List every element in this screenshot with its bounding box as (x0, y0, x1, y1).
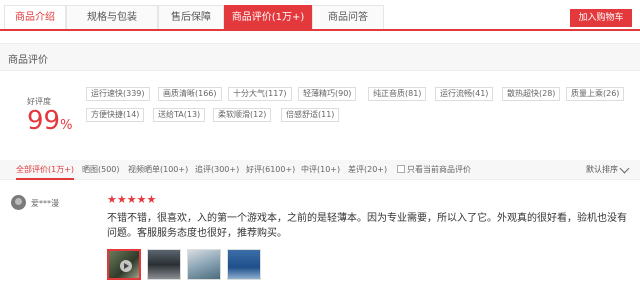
filter-video[interactable]: 视频晒单(100+) (128, 164, 188, 175)
tag-item[interactable]: 散热超快(28) (502, 87, 561, 101)
review-image-thumbnail[interactable] (227, 249, 261, 280)
current-product-only-label: 只看当前商品评价 (407, 165, 471, 174)
tag-item[interactable]: 运行流畅(41) (435, 87, 494, 101)
tab-after-sales[interactable]: 售后保障 (158, 5, 224, 29)
play-icon (120, 260, 132, 272)
review-text: 不错不错，很喜欢，入的第一个游戏本，之前的是轻薄本。因为专业需要，所以入了它。外… (107, 213, 627, 239)
tag-item[interactable]: 纯正音质(81) (368, 87, 427, 101)
filter-photos[interactable]: 晒图(500) (82, 164, 120, 175)
rating-value: 99% (27, 106, 72, 141)
tag-item[interactable]: 运行速快(339) (86, 87, 150, 101)
tag-item[interactable]: 轻薄精巧(90) (298, 87, 357, 101)
section-title: 商品评价 (8, 55, 48, 66)
filter-all[interactable]: 全部评价(1万+) (16, 164, 75, 180)
current-product-only-checkbox[interactable]: 只看当前商品评价 (397, 164, 471, 175)
section-header: 商品评价 (0, 43, 640, 71)
star-icon: ★ (126, 193, 137, 206)
rating-number: 99 (27, 106, 61, 136)
checkbox-box[interactable] (397, 165, 405, 173)
add-to-cart-button[interactable]: 加入购物车 (570, 9, 632, 27)
avatar (11, 195, 26, 210)
star-icon: ★ (136, 193, 147, 206)
tag-item[interactable]: 方便快捷(14) (86, 108, 145, 122)
tag-item[interactable]: 柔软顺滑(12) (213, 108, 272, 122)
star-icon: ★ (146, 193, 157, 206)
star-icon: ★ (107, 193, 117, 206)
tag-item[interactable]: 送给TA(13) (153, 108, 206, 122)
filter-follow-up[interactable]: 追评(300+) (195, 164, 239, 175)
tag-item[interactable]: 倍感舒适(11) (281, 108, 340, 122)
tab-specs[interactable]: 规格与包装 (66, 5, 158, 29)
tab-qa[interactable]: 商品问答 (312, 5, 384, 29)
review-image-thumbnail[interactable] (187, 249, 221, 280)
review-video-thumbnail[interactable] (107, 249, 141, 280)
product-tab-bar: 商品介绍 规格与包装 售后保障 商品评价(1万+) 商品问答 加入购物车 (0, 5, 640, 31)
tab-product-intro[interactable]: 商品介绍 (4, 5, 66, 29)
tag-item[interactable]: 画质清晰(166) (158, 87, 222, 101)
review-image-thumbnail[interactable] (147, 249, 181, 280)
filter-negative[interactable]: 差评(20+) (348, 164, 387, 175)
tag-item[interactable]: 十分大气(117) (228, 87, 292, 101)
reviewer-name: 爱***漫 (31, 199, 59, 208)
tab-list: 商品介绍 规格与包装 售后保障 商品评价(1万+) 商品问答 (4, 5, 384, 29)
chevron-down-icon[interactable] (619, 163, 630, 174)
review-filter-bar: 全部评价(1万+) 晒图(500) 视频晒单(100+) 追评(300+) 好评… (0, 160, 640, 180)
filter-neutral[interactable]: 中评(10+) (301, 164, 340, 175)
tab-reviews[interactable]: 商品评价(1万+) (224, 5, 312, 29)
filter-positive[interactable]: 好评(6100+) (246, 164, 295, 175)
star-rating: ★ ★ ★ ★ ★ (107, 194, 156, 205)
star-icon: ★ (116, 193, 127, 206)
sort-dropdown[interactable]: 默认排序 (586, 164, 618, 175)
tag-item[interactable]: 质量上乘(26) (566, 87, 625, 101)
review-images (107, 249, 267, 280)
rating-unit: % (60, 118, 73, 133)
